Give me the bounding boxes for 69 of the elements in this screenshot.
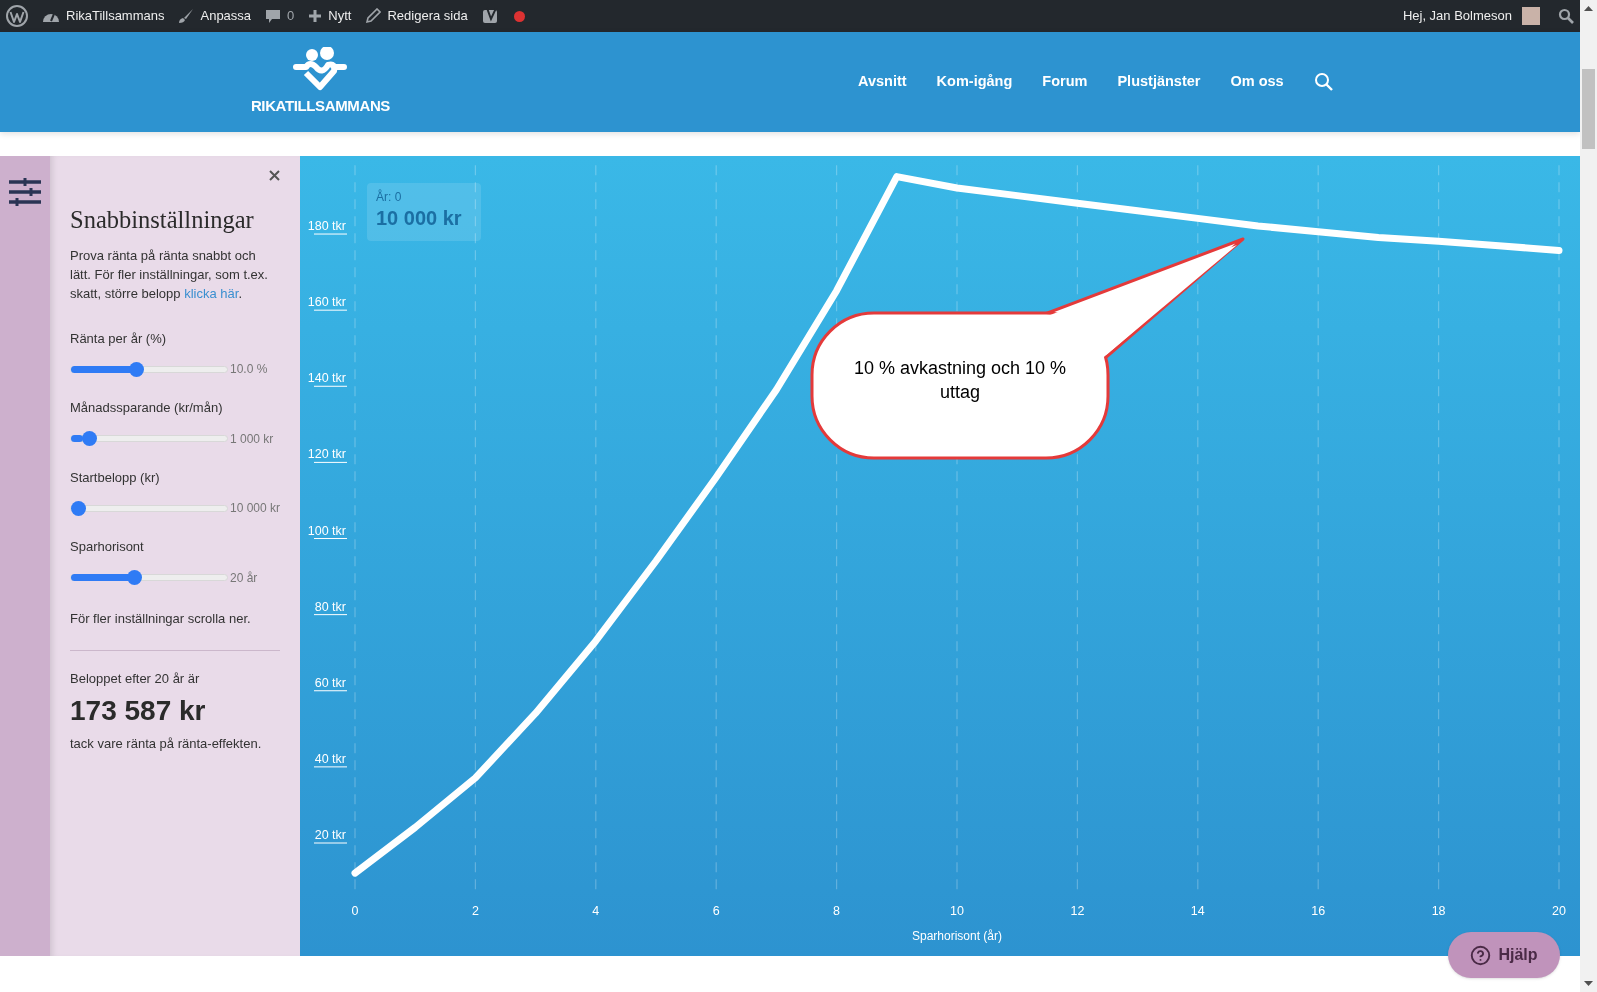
y-axis-label: 20 tkr xyxy=(313,828,348,844)
annotation-text: 10 % avkastning och 10 % uttag xyxy=(852,357,1068,404)
slider-label: Månadssparande (kr/mån) xyxy=(70,399,224,418)
result-amount: 173 587 kr xyxy=(70,693,207,728)
nav-link[interactable]: Avsnitt xyxy=(858,71,907,93)
slider-label: Sparhorisont xyxy=(70,538,145,557)
search-icon[interactable] xyxy=(1558,8,1574,24)
slider-value: 20 år xyxy=(230,569,258,587)
nav-link[interactable]: Forum xyxy=(1042,71,1088,93)
x-axis-label: 18 xyxy=(1431,904,1446,918)
y-axis-label: 40 tkr xyxy=(313,751,348,768)
scroll-hint: För fler inställningar scrolla ner. xyxy=(70,609,252,628)
help-button[interactable]: Hjälp xyxy=(1448,932,1560,978)
x-axis-label: 4 xyxy=(592,904,600,918)
x-axis-label: 12 xyxy=(1070,904,1085,918)
y-axis-label: 100 tkr xyxy=(307,523,348,539)
result-label: Beloppet efter 20 år är xyxy=(70,670,201,689)
y-axis-label: 60 tkr xyxy=(313,675,348,692)
site-link[interactable]: RikaTillsammans xyxy=(66,6,165,26)
plus-icon xyxy=(308,9,323,23)
account-greeting[interactable]: Hej, Jan Bolmeson xyxy=(1402,6,1512,26)
slider-value: 1 000 kr xyxy=(230,430,274,448)
slider-thumb[interactable] xyxy=(71,500,86,516)
slider-value: 10.0 % xyxy=(230,361,268,379)
panel-title: Snabbinställningar xyxy=(70,205,255,235)
search-icon[interactable] xyxy=(1313,72,1334,92)
pencil-icon xyxy=(365,8,382,24)
comment-icon xyxy=(265,8,282,24)
y-axis-label: 80 tkr xyxy=(313,599,348,616)
settings-link[interactable]: klicka här xyxy=(184,285,239,301)
x-axis-label: 6 xyxy=(712,904,720,918)
nav-link[interactable]: Om oss xyxy=(1230,71,1284,93)
intro-text: Prova ränta på ränta snabbt och lätt. För fler inställningar, som t.ex. skatt, större belopp klicka här. xyxy=(70,246,269,303)
slider-value: 10 000 kr xyxy=(230,500,281,518)
nav-link[interactable]: Kom-igång xyxy=(936,71,1013,93)
sliders-icon[interactable] xyxy=(9,178,41,206)
x-axis-label: 8 xyxy=(833,904,841,918)
scroll-down-icon[interactable] xyxy=(1584,981,1593,986)
slider-label: Ränta per år (%) xyxy=(70,329,168,348)
x-axis-label: 10 xyxy=(950,904,964,918)
slider-thumb[interactable] xyxy=(127,570,143,586)
help-icon xyxy=(1470,944,1492,966)
x-axis-label: 0 xyxy=(351,904,359,918)
x-axis-title: Sparhorisont (år) xyxy=(912,929,1002,943)
logo-text[interactable]: RIKATILLSAMMANS xyxy=(250,94,390,118)
close-icon[interactable] xyxy=(269,170,280,181)
slider-thumb[interactable] xyxy=(128,361,144,377)
tooltip-label: År: 0 xyxy=(376,188,403,206)
result-note: tack vare ränta på ränta-effekten. xyxy=(70,734,263,753)
x-axis-label: 16 xyxy=(1311,904,1326,918)
nav-link[interactable]: Plustjänster xyxy=(1117,71,1201,93)
seo-plugin-icon[interactable] xyxy=(481,7,500,25)
y-axis-label: 180 tkr xyxy=(307,219,348,235)
customize-link[interactable]: Anpassa xyxy=(200,6,252,26)
scroll-up-icon[interactable] xyxy=(1584,6,1593,11)
slider-label: Startbelopp (kr) xyxy=(70,468,161,487)
x-axis-label: 14 xyxy=(1190,904,1205,918)
x-axis-label: 20 xyxy=(1552,904,1566,918)
new-link[interactable]: Nytt xyxy=(328,6,352,26)
x-axis-label: 2 xyxy=(471,904,479,918)
tooltip-value: 10 000 kr xyxy=(376,206,463,231)
edit-page-link[interactable]: Redigera sida xyxy=(387,6,468,26)
slider-thumb[interactable] xyxy=(82,431,98,447)
scrollbar-thumb[interactable] xyxy=(1582,69,1595,149)
y-axis-label: 140 tkr xyxy=(307,371,348,387)
y-axis-label: 120 tkr xyxy=(307,447,348,463)
y-axis-label: 160 tkr xyxy=(307,295,348,311)
comments-count[interactable]: 0 xyxy=(287,6,295,26)
wordpress-logo-icon[interactable] xyxy=(6,5,28,27)
